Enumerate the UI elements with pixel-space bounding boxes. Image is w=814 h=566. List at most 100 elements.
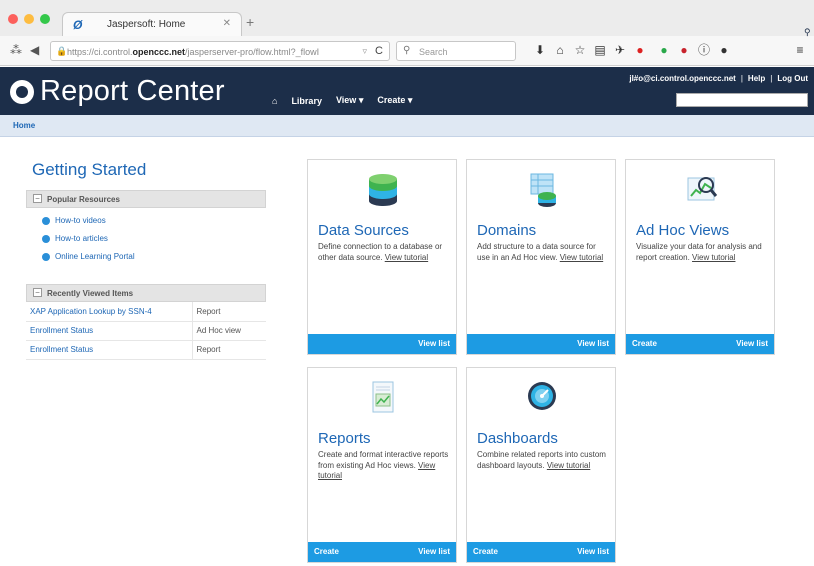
bookmark-star-icon[interactable]: ☆ [572, 42, 588, 58]
download-icon[interactable]: ⬇ [532, 42, 548, 58]
app-header: Report Center ⌂ Library View ▾ Create ▾ … [0, 67, 814, 115]
user-name: jl#o@ci.control.openccc.net [629, 74, 736, 83]
main-nav: ⌂ Library View ▾ Create ▾ [272, 95, 412, 106]
card-title: Data Sources [318, 222, 409, 239]
globe-icon [42, 216, 50, 225]
tab-close-icon[interactable]: ✕ [223, 18, 231, 29]
nav-create-label: Create [377, 95, 406, 105]
card-description: Add structure to a data source for use i… [477, 242, 609, 263]
nav-view-label: View [335, 95, 357, 105]
howto-videos-link[interactable]: How-to videos [42, 216, 106, 225]
search-icon: ⚲ [403, 45, 411, 56]
recent-items-label: Recently Viewed Items [47, 289, 134, 298]
recent-items-header[interactable]: − Recently Viewed Items [26, 284, 266, 302]
nav-create[interactable]: Create ▾ [377, 95, 412, 106]
nav-library[interactable]: Library [291, 96, 322, 106]
data-sources-card: Data Sources Define connection to a data… [307, 159, 457, 355]
view-list-button[interactable]: View list [418, 339, 450, 348]
browser-tab[interactable]: Ø Jaspersoft: Home ✕ [62, 12, 242, 36]
recent-item-name[interactable]: XAP Application Lookup by SSN-4 [26, 302, 193, 322]
browser-titlebar: Ø Jaspersoft: Home ✕ + [0, 0, 814, 36]
card-description: Visualize your data for analysis and rep… [636, 242, 768, 263]
library-icon[interactable]: ▤ [592, 42, 608, 58]
howto-videos-label: How-to videos [55, 216, 106, 225]
database-icon [369, 174, 397, 206]
learning-portal-label: Online Learning Portal [55, 252, 135, 261]
card-action-bar: View list [467, 334, 615, 354]
globe-icon [42, 234, 50, 243]
view-list-button[interactable]: View list [418, 547, 450, 556]
app-title: Report Center [40, 75, 225, 107]
app-search-input[interactable] [676, 93, 808, 107]
app-search-icon[interactable]: ⚲ [804, 27, 811, 38]
card-description: Combine related reports into custom dash… [477, 450, 609, 471]
logout-link[interactable]: Log Out [777, 74, 808, 83]
new-tab-icon[interactable]: + [246, 14, 254, 30]
close-window-button[interactable] [8, 14, 18, 24]
send-icon[interactable]: ✈ [612, 42, 628, 58]
card-title: Dashboards [477, 430, 558, 447]
logo-icon [10, 80, 34, 104]
breadcrumb-home[interactable]: Home [13, 121, 35, 130]
card-description: Create and format interactive reports fr… [318, 450, 450, 482]
collapse-icon[interactable]: − [33, 194, 42, 203]
lock-icon: 🔒 [56, 46, 68, 56]
view-tutorial-link[interactable]: View tutorial [385, 253, 428, 262]
menu-icon[interactable]: ≡ [792, 42, 808, 58]
help-link[interactable]: Help [748, 74, 765, 83]
create-button[interactable]: Create [314, 547, 339, 556]
minimize-window-button[interactable] [24, 14, 34, 24]
recent-item-name[interactable]: Enrollment Status [26, 321, 193, 341]
view-tutorial-link[interactable]: View tutorial [560, 253, 603, 262]
card-action-bar: View list [308, 334, 456, 354]
card-title: Ad Hoc Views [636, 222, 730, 239]
domains-card: Domains Add structure to a data source f… [466, 159, 616, 355]
view-tutorial-link[interactable]: View tutorial [692, 253, 735, 262]
recent-item-type: Ad Hoc view [192, 321, 266, 341]
howto-articles-label: How-to articles [55, 234, 108, 243]
browser-search-bar[interactable]: ⚲ Search [396, 41, 516, 61]
collapse-icon[interactable]: − [33, 288, 42, 297]
domain-icon [530, 173, 556, 207]
view-list-button[interactable]: View list [736, 339, 768, 348]
url-bar[interactable]: 🔒 https://ci.control.openccc.net/jaspers… [50, 41, 390, 61]
search-placeholder: Search [419, 47, 448, 57]
maximize-window-button[interactable] [40, 14, 50, 24]
reload-icon[interactable]: C [375, 45, 383, 57]
pinterest-icon[interactable]: ● [676, 42, 692, 58]
nav-view[interactable]: View ▾ [336, 95, 363, 106]
recent-item-type: Report [192, 302, 266, 322]
jaspersoft-favicon-icon: Ø [73, 18, 83, 32]
getting-started-title: Getting Started [32, 160, 147, 179]
chat-icon[interactable]: ● [716, 42, 732, 58]
user-links: jl#o@ci.control.openccc.net | Help | Log Out [629, 74, 808, 83]
browser-toolbar: ⁂ ◀ 🔒 https://ci.control.openccc.net/jas… [0, 36, 814, 66]
site-info-icon[interactable]: ⁂ [10, 43, 22, 57]
recent-item-name[interactable]: Enrollment Status [26, 340, 193, 360]
popular-resources-header[interactable]: − Popular Resources [26, 190, 266, 208]
globe-icon [42, 252, 50, 261]
info-icon[interactable]: ⓘ [696, 42, 712, 58]
card-action-bar: Create View list [467, 542, 615, 562]
adblock-icon[interactable]: ● [632, 42, 648, 58]
card-action-bar: Create View list [626, 334, 774, 354]
howto-articles-link[interactable]: How-to articles [42, 234, 108, 243]
table-row: XAP Application Lookup by SSN-4 Report [26, 302, 266, 322]
learning-portal-link[interactable]: Online Learning Portal [42, 252, 135, 261]
url-dropdown-icon[interactable]: ▿ [362, 46, 367, 57]
recent-item-type: Report [192, 340, 266, 360]
extension-green-icon[interactable]: ● [656, 42, 672, 58]
adhoc-views-card: Ad Hoc Views Visualize your data for ana… [625, 159, 775, 355]
home-icon[interactable]: ⌂ [552, 42, 568, 58]
home-nav-icon[interactable]: ⌂ [272, 96, 277, 106]
table-row: Enrollment Status Ad Hoc view [26, 321, 266, 341]
create-button[interactable]: Create [473, 547, 498, 556]
card-title: Reports [318, 430, 371, 447]
reports-card: Reports Create and format interactive re… [307, 367, 457, 563]
view-list-button[interactable]: View list [577, 339, 609, 348]
view-tutorial-link[interactable]: View tutorial [547, 461, 590, 470]
back-icon[interactable]: ◀ [30, 43, 39, 57]
create-button[interactable]: Create [632, 339, 657, 348]
dashboard-gauge-icon [528, 382, 556, 410]
view-list-button[interactable]: View list [577, 547, 609, 556]
